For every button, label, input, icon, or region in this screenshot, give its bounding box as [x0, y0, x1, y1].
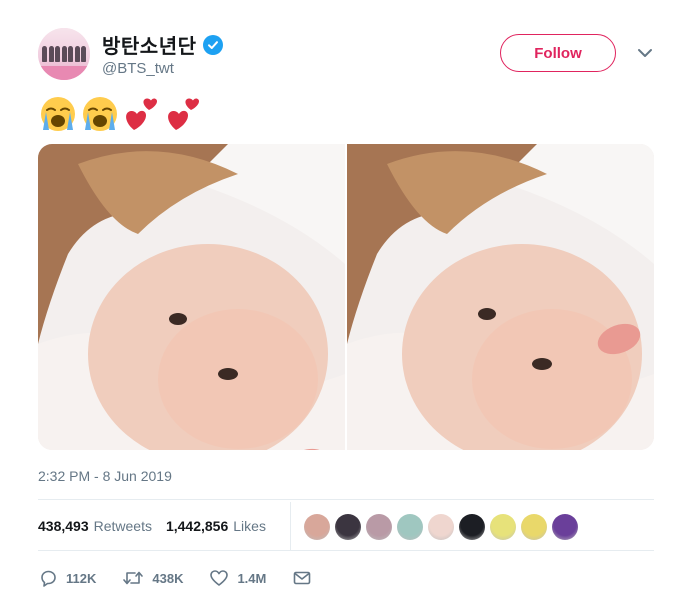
divider: [38, 550, 654, 551]
display-name[interactable]: 방탄소년단: [102, 30, 197, 59]
liker-avatar[interactable]: [459, 514, 485, 540]
stats-separator: [290, 502, 291, 550]
envelope-icon: [294, 571, 311, 585]
retweet-icon: [123, 571, 144, 585]
direct-message-button[interactable]: [292, 568, 312, 588]
tweet-card: 방탄소년단 @BTS_twt Follow 2:32 PM - 8 Jun 20…: [0, 0, 694, 616]
retweet-button[interactable]: 438K: [122, 568, 183, 588]
like-count: 1.4M: [237, 570, 267, 586]
liker-avatar[interactable]: [304, 514, 330, 540]
photo-right[interactable]: [347, 144, 654, 450]
tweet-text: [38, 92, 204, 136]
retweets-label: Retweets: [93, 518, 152, 534]
liker-avatar[interactable]: [490, 514, 516, 540]
reply-icon: [41, 570, 56, 587]
liker-avatar[interactable]: [428, 514, 454, 540]
media-grid: [38, 144, 654, 450]
heart-exclamation-icon: [164, 94, 204, 134]
liker-avatar[interactable]: [397, 514, 423, 540]
likes-stat[interactable]: 1,442,856 Likes: [166, 518, 266, 534]
retweets-count: 438,493: [38, 518, 89, 534]
retweets-stat[interactable]: 438,493 Retweets: [38, 518, 152, 534]
avatar[interactable]: [38, 28, 90, 80]
like-button[interactable]: 1.4M: [209, 568, 266, 588]
liker-avatar[interactable]: [552, 514, 578, 540]
heart-icon: [210, 570, 229, 586]
reply-button[interactable]: 112K: [38, 568, 96, 588]
liker-avatars: [304, 514, 578, 540]
heart-exclamation-icon: [122, 94, 162, 134]
retweet-count: 438K: [152, 570, 184, 586]
liker-avatar[interactable]: [335, 514, 361, 540]
tweet-actions: 112K 438K 1.4M: [38, 566, 338, 590]
user-handle[interactable]: @BTS_twt: [102, 60, 174, 77]
reply-count: 112K: [66, 570, 97, 586]
tweet-stats: 438,493 Retweets 1,442,856 Likes: [38, 510, 280, 542]
chevron-down-icon[interactable]: [636, 44, 654, 62]
follow-button[interactable]: Follow: [500, 34, 616, 72]
tweet-timestamp[interactable]: 2:32 PM - 8 Jun 2019: [38, 468, 172, 484]
loudly-crying-face-icon: [80, 94, 120, 134]
likes-count: 1,442,856: [165, 518, 229, 534]
user-name-row: 방탄소년단: [102, 30, 223, 59]
verified-badge-icon: [202, 34, 223, 55]
loudly-crying-face-icon: [38, 94, 78, 134]
liker-avatar[interactable]: [521, 514, 547, 540]
photo-left[interactable]: [38, 144, 345, 450]
likes-label: Likes: [233, 518, 266, 534]
divider: [38, 499, 654, 500]
liker-avatar[interactable]: [366, 514, 392, 540]
